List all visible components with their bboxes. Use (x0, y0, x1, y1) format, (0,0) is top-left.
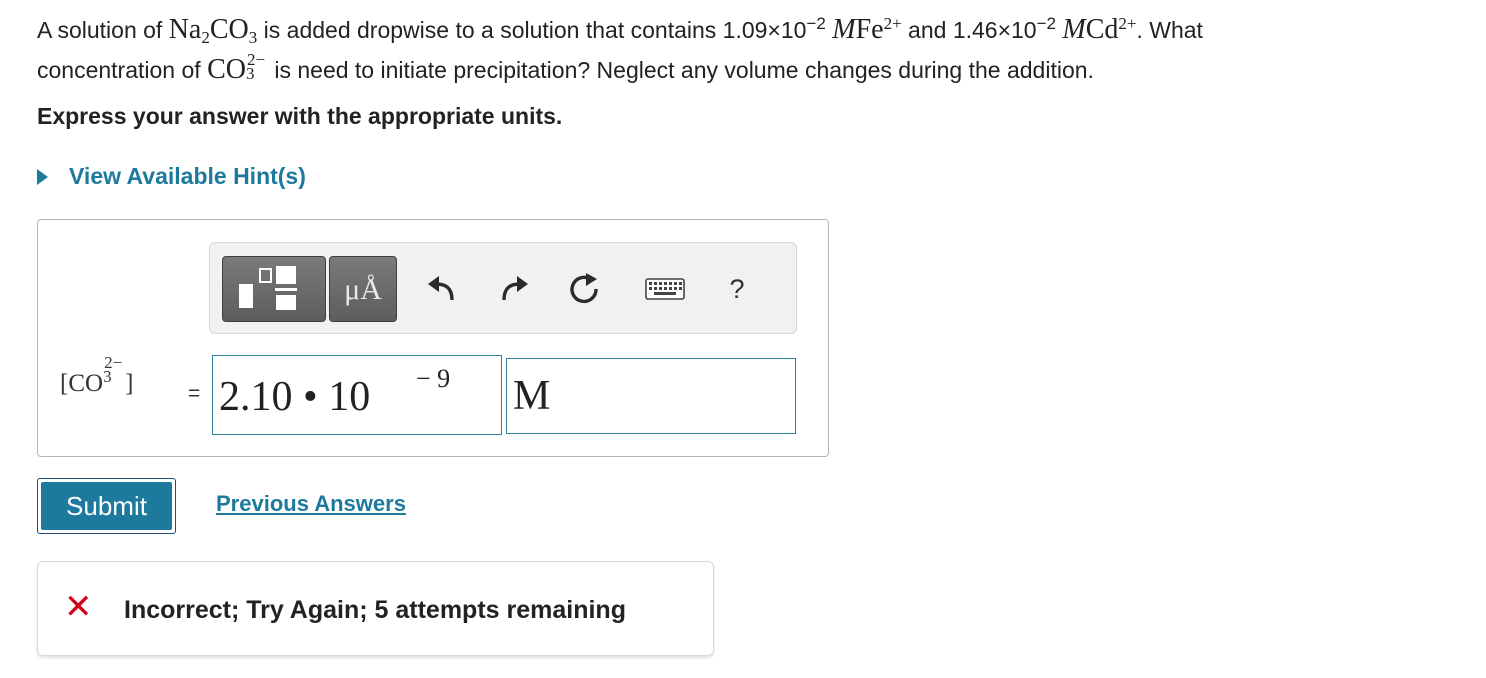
incorrect-icon: ✕ (64, 588, 93, 626)
unit-input[interactable]: M (506, 358, 796, 434)
fe-ion: MFe2+ (832, 14, 902, 45)
feedback-message: Incorrect; Try Again; 5 attempts remaini… (124, 596, 626, 624)
unit-text: M (513, 373, 551, 419)
expand-triangle-icon (37, 168, 48, 185)
instruction-text: Express your answer with the appropriate… (37, 103, 563, 129)
cd-concentration: 1.46×10−2 (952, 14, 1056, 43)
equals-sign: = (188, 382, 201, 405)
templates-button[interactable] (222, 256, 326, 322)
keyboard-icon (645, 278, 685, 300)
templates-icon (239, 266, 297, 310)
value-text: 2.10 • 10 (219, 374, 371, 420)
question-part: is added dropwise to a solution that con… (257, 17, 723, 43)
question-part: concentration of (37, 57, 208, 83)
redo-icon (502, 276, 528, 301)
reset-icon (570, 273, 598, 304)
submit-label: Submit (41, 482, 172, 530)
formula-na2co3: Na2CO3 (168, 14, 258, 47)
keyboard-button[interactable] (642, 267, 688, 311)
reset-button[interactable] (565, 267, 605, 311)
question-part: and (901, 17, 953, 43)
help-icon: ? (729, 273, 745, 304)
label-part: ] (125, 370, 134, 397)
units-icon: μÅ (344, 273, 382, 306)
question-text: A solution of Na2CO3 is added dropwise t… (37, 10, 1457, 90)
fe-concentration: 1.09×10−2 (722, 14, 826, 43)
help-button[interactable]: ? (722, 267, 752, 311)
value-input[interactable]: 2.10 • 10 − 9 (212, 355, 502, 435)
hint-link-label: View Available Hint(s) (69, 163, 306, 189)
question-part: A solution of (37, 17, 169, 43)
math-toolbar: μÅ ? (209, 242, 797, 334)
submit-button[interactable]: Submit (37, 478, 176, 534)
answer-label: [CO 2− 3] (60, 353, 134, 397)
feedback-panel: ✕ Incorrect; Try Again; 5 attempts remai… (37, 561, 714, 656)
undo-button[interactable] (423, 267, 463, 311)
units-button[interactable]: μÅ (329, 256, 397, 322)
redo-button[interactable] (493, 267, 533, 311)
cd-ion: MCd2+ (1062, 14, 1137, 45)
carbonate-ion: CO 2− 3 (207, 50, 266, 85)
undo-icon (428, 276, 454, 301)
answer-panel: μÅ ? [CO 2− 3] = 2.10 • 10 − 9 M (37, 219, 829, 457)
question-part: . What (1136, 17, 1203, 43)
label-part: [CO (60, 370, 104, 397)
previous-answers-link[interactable]: Previous Answers (216, 491, 406, 517)
question-part: is need to initiate precipitation? Negle… (267, 57, 1094, 83)
exponent-text: − 9 (416, 364, 451, 393)
view-hints-link[interactable]: View Available Hint(s) (37, 163, 306, 190)
